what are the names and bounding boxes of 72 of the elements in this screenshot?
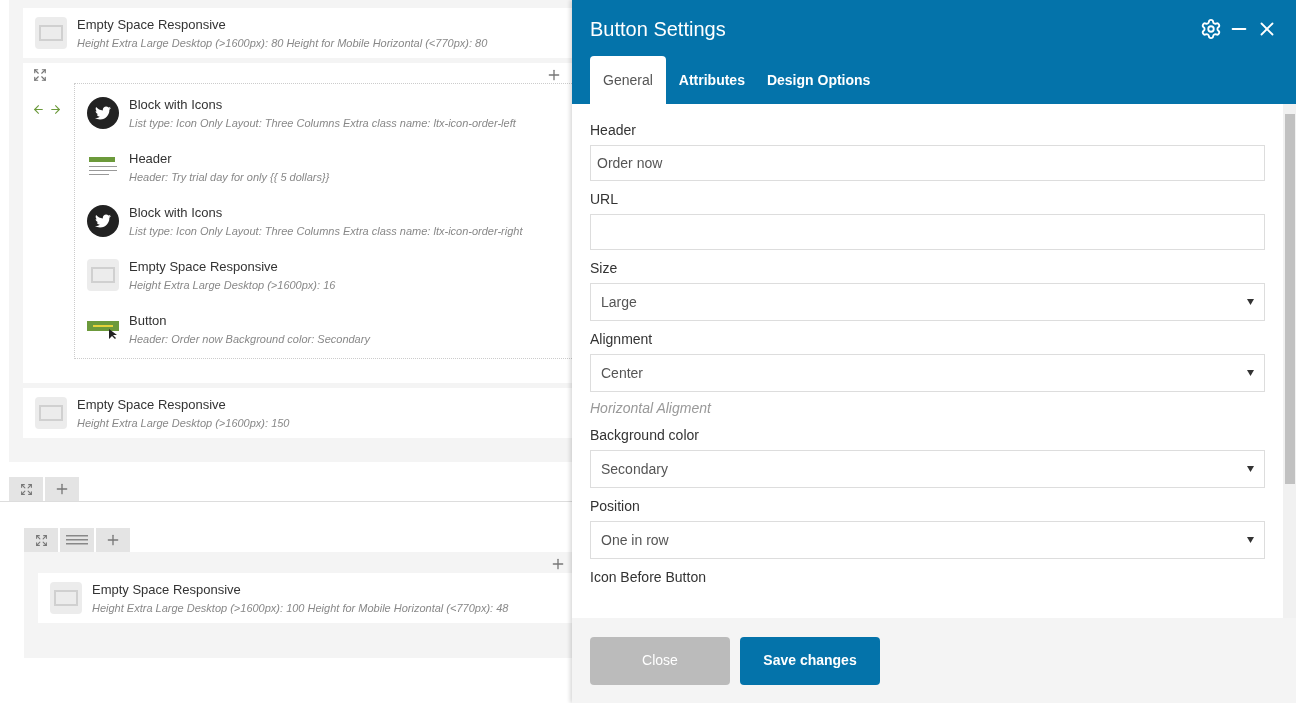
element-item[interactable]: Button Header: Order now Background color: Secondary [75,302,572,356]
drag-button[interactable] [60,528,94,552]
element-title: Header [129,150,173,168]
expand-icon [19,482,33,496]
button-cursor-icon [87,318,119,340]
element-title: Empty Space Responsive [77,16,227,34]
bird-icon [87,97,119,129]
save-button[interactable]: Save changes [740,636,880,685]
element-description: Height Extra Large Desktop (>1600px): 150 [77,415,290,431]
element-description: List type: Icon Only Layout: Three Columns Extra class name: ltx-icon-order-right [129,223,523,239]
element-description: Header: Order now Background color: Secondary [129,331,370,347]
add-button[interactable] [96,528,130,552]
dropdown-caret-icon [1247,537,1254,543]
element-description: Height Extra Large Desktop (>1600px): 16 [129,277,336,293]
element-card[interactable]: Empty Space Responsive Height Extra Large Desktop (>1600px): 100 Height for Mobile Horizontal (<770px): 48 [38,573,572,623]
add-icon[interactable] [550,556,566,572]
element-title: Empty Space Responsive [92,581,242,599]
expand-icon[interactable] [33,68,47,82]
select-field[interactable]: Center [590,354,1265,392]
field-label: Icon Before Button [590,569,707,586]
text-field[interactable] [590,214,1265,250]
add-icon[interactable] [546,67,562,83]
scrollbar[interactable] [1283,104,1296,618]
dropdown-caret-icon [1247,370,1254,376]
dropdown-caret-icon [1247,299,1254,305]
tab[interactable]: Design Options [757,56,880,104]
heading-lines-icon [87,156,119,178]
element-description: List type: Icon Only Layout: Three Columns Extra class name: ltx-icon-order-left [129,115,516,131]
field-label: URL [590,191,619,208]
field-hint: Horizontal Aligment [590,400,713,417]
panel-title: Button Settings [590,17,726,42]
empty-space-icon [35,397,67,429]
element-description: Header: Try trial day for only {{ 5 dollars}} [129,169,330,185]
element-description: Height Extra Large Desktop (>1600px): 100 Height for Mobile Horizontal (<770px): 48 [92,600,509,616]
field-label: Size [590,260,619,277]
element-item[interactable]: Header Header: Try trial day for only {{ 5 dollars}} [75,140,572,194]
tab[interactable]: General [590,56,666,104]
element-title: Button [129,312,168,330]
dropdown-caret-icon [1247,466,1254,472]
settings-icon[interactable] [1200,18,1222,40]
element-title: Empty Space Responsive [129,258,279,276]
element-card[interactable]: Empty Space Responsive Height Extra Large Desktop (>1600px): 80 Height for Mobile Horizontal (<770px): 80 [23,8,572,58]
field-label: Alignment [590,331,654,348]
element-description: Height Extra Large Desktop (>1600px): 80 Height for Mobile Horizontal (<770px): 80 [77,35,488,51]
drag-handle-icon [66,535,88,545]
field-label: Background color [590,427,700,444]
empty-space-icon [50,582,82,614]
bird-icon [87,205,119,237]
element-card[interactable]: Empty Space Responsive Height Extra Large Desktop (>1600px): 150 [23,388,572,438]
select-field[interactable]: Secondary [590,450,1265,488]
field-label: Position [590,498,641,515]
add-button[interactable] [45,477,79,501]
expand-icon [34,533,48,547]
add-icon [105,532,121,548]
arrow-left-icon[interactable] [32,103,45,116]
element-title: Block with Icons [129,96,224,114]
element-item[interactable]: Block with Icons List type: Icon Only Layout: Three Columns Extra class name: ltx-icon-order-right [75,194,572,248]
select-field[interactable]: Large [590,283,1265,321]
element-item[interactable]: Empty Space Responsive Height Extra Large Desktop (>1600px): 16 [75,248,572,302]
tab[interactable]: Attributes [669,56,754,104]
expand-button[interactable] [9,477,43,501]
element-item[interactable]: Block with Icons List type: Icon Only Layout: Three Columns Extra class name: ltx-icon-order-left [75,86,572,140]
add-icon [54,481,70,497]
expand-button[interactable] [24,528,58,552]
empty-space-icon [35,17,67,49]
element-title: Empty Space Responsive [77,396,227,414]
select-field[interactable]: One in row [590,521,1265,559]
arrow-right-icon[interactable] [49,103,62,116]
text-field[interactable]: Order now [590,145,1265,181]
empty-space-icon [87,259,119,291]
field-label: Header [590,122,637,139]
element-title: Block with Icons [129,204,224,222]
